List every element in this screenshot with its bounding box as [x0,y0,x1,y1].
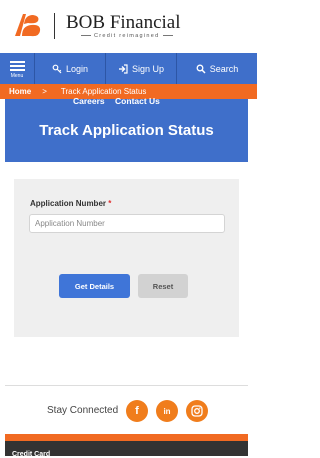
search-label: Search [209,63,239,74]
menu-button[interactable]: Menu [0,53,34,84]
linkedin-letters: in [163,406,171,416]
page-title: Track Application Status [39,122,214,139]
breadcrumb-current: Track Application Status [60,87,147,96]
hamburger-icon [9,60,25,71]
menu-label: Menu [10,72,24,79]
contact-us-link[interactable]: Contact Us [115,96,160,106]
footer-credit-card-link[interactable]: Credit Card [12,451,50,458]
signup-button[interactable]: Sign Up [106,53,176,84]
hero-links: Careers Contact Us [73,96,168,106]
instagram-icon[interactable] [186,400,208,422]
application-number-label: Application Number * [30,199,111,208]
careers-link[interactable]: Careers [73,96,105,106]
required-mark: * [108,199,112,208]
brand-name: BOB Financial [66,12,181,33]
signup-label: Sign Up [131,63,165,74]
breadcrumb-separator: > [42,87,47,96]
site-header: BOB Financial Credit reimagined [0,0,257,53]
key-icon [52,64,62,73]
footer-divider [5,385,248,386]
search-button[interactable]: Search [177,53,257,84]
application-number-label-text: Application Number [30,199,107,208]
track-application-form: Application Number * Get Details Reset [14,179,239,337]
stay-connected-label: Stay Connected [47,405,119,416]
facebook-letter: f [135,405,139,417]
logo-divider [54,13,55,39]
breadcrumb-home[interactable]: Home [9,87,31,96]
sign-in-icon [118,63,128,74]
page-hero: Careers Contact Us Track Application Sta… [5,96,248,162]
brand-tagline: Credit reimagined [78,33,176,39]
main-navbar: Menu Login Sign Up Search [0,53,257,84]
bob-logo-icon[interactable] [13,12,43,38]
facebook-icon[interactable]: f [126,400,148,422]
search-icon [196,64,206,74]
login-label: Login [65,63,89,74]
instagram-glyph [191,405,203,417]
footer-bar: Credit Card [5,434,248,458]
application-number-input[interactable] [29,214,225,233]
linkedin-icon[interactable]: in [156,400,178,422]
get-details-button[interactable]: Get Details [59,274,130,298]
reset-button[interactable]: Reset [138,274,188,298]
login-button[interactable]: Login [35,53,105,84]
footer-accent-strip [5,434,248,441]
